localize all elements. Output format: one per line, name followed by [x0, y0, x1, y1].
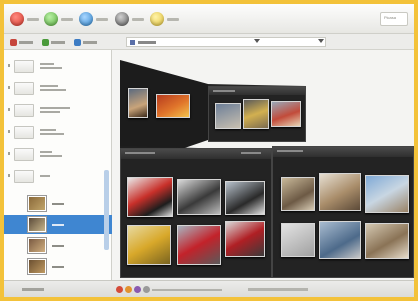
photo-thumbnail[interactable] — [319, 173, 361, 211]
photo-thumbnail[interactable] — [156, 94, 190, 118]
folder-icon — [14, 147, 34, 161]
list-item[interactable] — [4, 194, 112, 213]
photo-thumbnail — [28, 238, 46, 253]
chevron-down-icon[interactable] — [318, 39, 324, 43]
album-panel-back-left[interactable] — [118, 80, 208, 142]
green-orb-icon — [44, 12, 58, 26]
people-icon — [74, 38, 81, 46]
red-orb-icon — [10, 12, 24, 26]
photo-thumbnail[interactable] — [225, 181, 265, 215]
folder-item[interactable] — [8, 146, 62, 162]
photo-thumbnail[interactable] — [365, 175, 409, 213]
gray-dot-icon[interactable] — [143, 286, 150, 293]
navigation-bar — [4, 34, 414, 50]
list-item-selected[interactable] — [4, 215, 112, 234]
toolbar-button-4[interactable] — [115, 11, 144, 27]
photo-thumbnail[interactable] — [243, 99, 269, 129]
app-logo: Picasa — [380, 12, 408, 26]
album-icon — [42, 38, 49, 46]
photo-thumbnail[interactable] — [128, 88, 148, 118]
photo-thumbnail[interactable] — [281, 223, 315, 257]
folder-icon — [130, 39, 135, 45]
folder-icon — [14, 59, 34, 73]
toolbar-button-1[interactable] — [10, 11, 39, 27]
main-toolbar: Picasa — [4, 4, 414, 34]
photo-thumbnail[interactable] — [215, 103, 241, 129]
purple-dot-icon[interactable] — [134, 286, 141, 293]
album-panel-front-right[interactable] — [272, 146, 414, 278]
photo-thumbnail[interactable] — [127, 225, 171, 265]
photo-thumbnail — [28, 259, 46, 274]
photo-thumbnail[interactable] — [127, 177, 173, 217]
toolbar-button-2[interactable] — [44, 11, 73, 27]
folder-sidebar — [4, 50, 112, 280]
toolbar-button-5[interactable] — [150, 11, 179, 27]
album-panel-front-left[interactable] — [120, 148, 272, 278]
folder-item[interactable] — [8, 102, 70, 118]
toolbar-button-3[interactable] — [79, 11, 108, 27]
photo-thumbnail[interactable] — [281, 177, 315, 211]
folder-item[interactable] — [8, 58, 62, 74]
photo-thumbnail[interactable] — [225, 221, 265, 257]
photo-thumbnail[interactable] — [271, 101, 301, 127]
yellow-orb-icon — [150, 12, 164, 26]
sidebar-scrollbar[interactable] — [104, 170, 109, 250]
tab-people[interactable] — [74, 38, 97, 46]
chevron-down-icon[interactable] — [254, 39, 260, 43]
location-field[interactable] — [126, 37, 326, 47]
tab-album[interactable] — [42, 38, 65, 46]
red-dot-icon[interactable] — [116, 286, 123, 293]
list-item[interactable] — [4, 257, 112, 276]
collection-icon — [10, 38, 17, 46]
logo-text: Picasa — [384, 15, 397, 20]
bottom-toolbar — [4, 280, 414, 297]
photo-thumbnail[interactable] — [177, 225, 221, 265]
folder-icon — [14, 169, 34, 183]
album-panel-back-center[interactable] — [208, 86, 306, 142]
folder-item[interactable] — [8, 80, 66, 96]
folder-icon — [14, 125, 34, 139]
photo-thumbnail — [28, 196, 46, 211]
photo-thumbnail[interactable] — [319, 221, 361, 259]
orange-dot-icon[interactable] — [125, 286, 132, 293]
folder-item[interactable] — [8, 124, 64, 140]
photo-stage — [112, 50, 414, 280]
photo-thumbnail[interactable] — [365, 223, 409, 259]
status-text — [248, 288, 308, 291]
photo-thumbnail[interactable] — [177, 179, 221, 215]
photo-thumbnail — [28, 217, 46, 232]
sidebar-footer — [4, 281, 112, 297]
folder-icon — [14, 81, 34, 95]
blue-orb-icon — [79, 12, 93, 26]
folder-item[interactable] — [8, 168, 50, 184]
zoom-slider[interactable] — [152, 289, 222, 291]
app-window: Picasa — [4, 4, 414, 297]
gray-orb-icon — [115, 12, 129, 26]
folder-icon — [14, 103, 34, 117]
list-item[interactable] — [4, 236, 112, 255]
tab-collection[interactable] — [10, 38, 33, 46]
